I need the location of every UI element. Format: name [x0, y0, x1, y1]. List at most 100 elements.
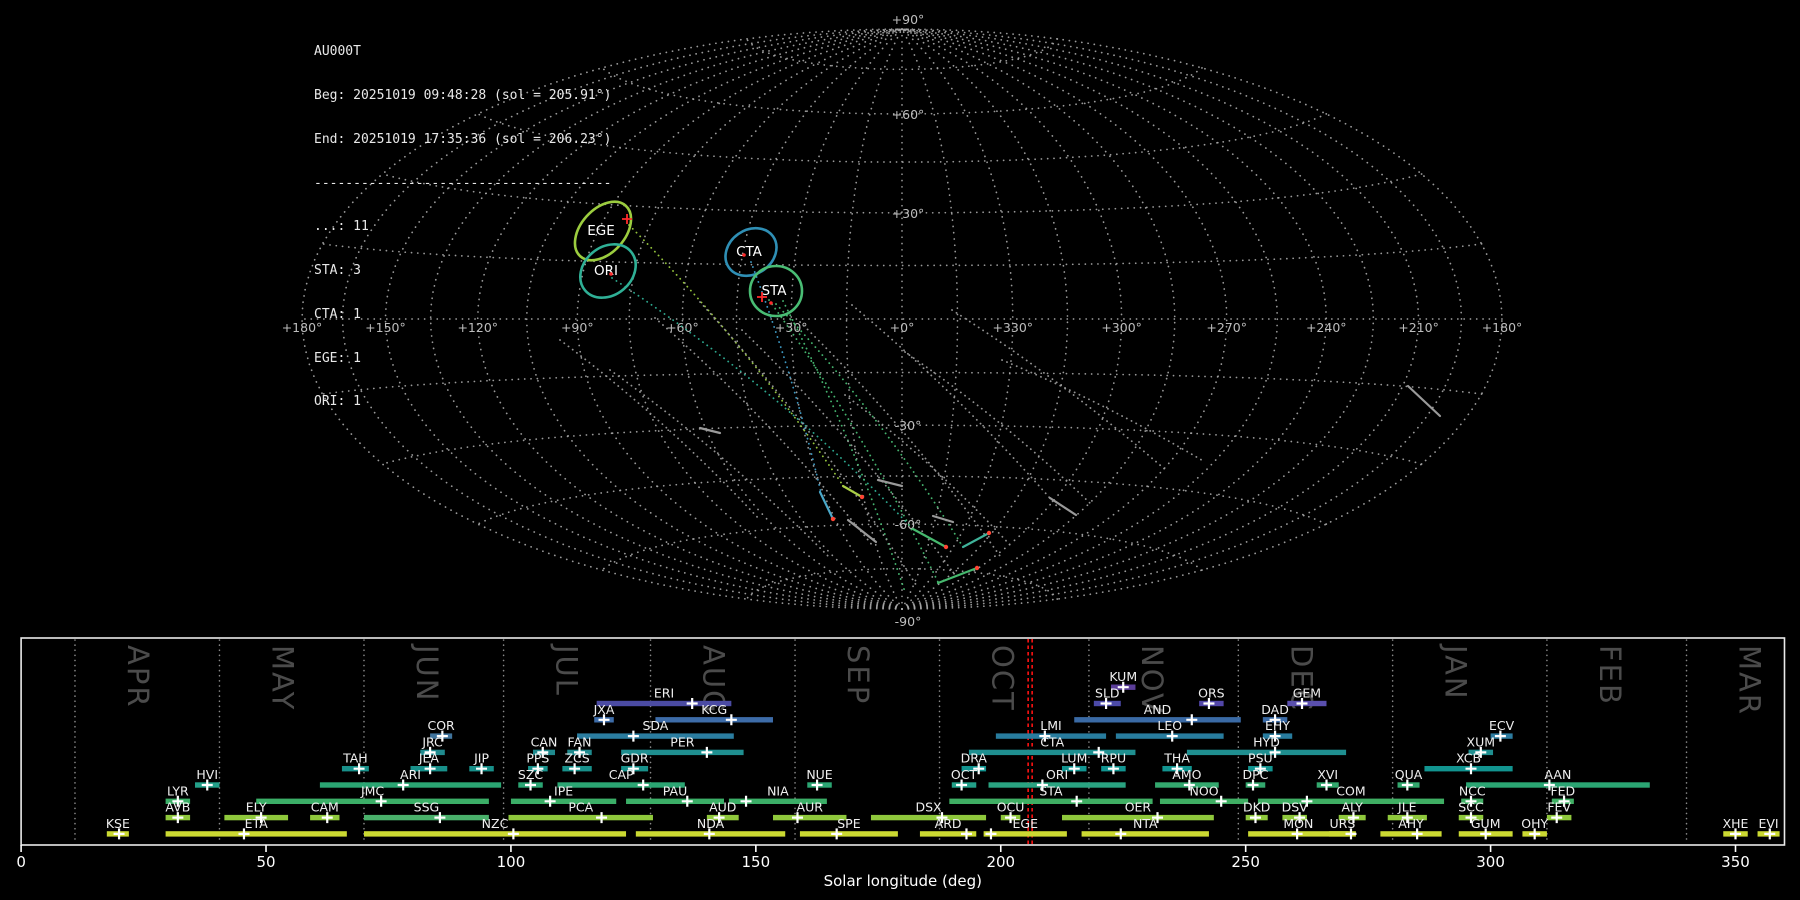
shower-code-leo: LEO [1157, 718, 1182, 733]
shower-code-ege: EGE [1013, 816, 1039, 831]
meteor-trail [905, 352, 1092, 505]
shower-bar-ipe [511, 799, 616, 804]
shower-code-ipe: IPE [554, 783, 573, 798]
shower-code-jea: JEA [418, 751, 440, 766]
axis-tick-label: 100 [497, 853, 526, 871]
meridian-line [902, 29, 1175, 609]
shower-code-mon: MON [1283, 816, 1313, 831]
month-label: JUL [550, 643, 584, 697]
shower-code-cap: CAP [609, 767, 634, 782]
latitude-label: +90° [892, 12, 925, 27]
shower-bar-eta [166, 831, 347, 836]
month-label: OCT [986, 645, 1020, 712]
meteor-end-dot [987, 531, 991, 535]
equator-longitude-label: +240° [1306, 320, 1347, 335]
meteor-trail [629, 225, 844, 487]
shower-code-fev: FEV [1547, 800, 1571, 815]
equator-longitude-label: +210° [1398, 320, 1439, 335]
meridian-line [737, 29, 903, 609]
shower-bar-dsx [871, 815, 986, 820]
shower-code-sda: SDA [642, 718, 668, 733]
radiant-position-dot [742, 253, 746, 257]
shower-bar-sda [577, 733, 734, 738]
shower-code-sta: STA [1039, 783, 1063, 798]
meteor-trail [610, 370, 828, 556]
meteor-segment [878, 480, 902, 486]
month-label: SEP [841, 645, 875, 705]
meteor-segment [933, 516, 953, 522]
shower-code-kse: KSE [106, 816, 130, 831]
shower-code-eri: ERI [654, 686, 674, 701]
axis-tick-label: 150 [742, 853, 771, 871]
shower-code-dsx: DSX [915, 800, 942, 815]
shower-code-nda: NDA [697, 816, 725, 831]
radiant-label-cta: CTA [736, 244, 763, 260]
shower-code-ely: ELY [246, 800, 267, 815]
meteor-trail [1002, 360, 1205, 462]
equator-longitude-label: +300° [1101, 320, 1142, 335]
count-row-cta: CTA: 1 [314, 308, 611, 323]
shower-code-oct: OCT [951, 767, 978, 782]
equator-longitude-label: +30° [775, 320, 808, 335]
month-label: FEB [1593, 645, 1627, 706]
station-id: AU000T [314, 45, 611, 60]
peak-marker-eri [687, 698, 698, 709]
equator-longitude-label: +180° [1482, 320, 1523, 335]
peak-marker-and [1186, 714, 1197, 725]
count-row-total: ...: 11 [314, 220, 611, 235]
meteor-trail [845, 395, 1010, 545]
shower-code-qua: QUA [1395, 767, 1423, 782]
shower-code-and: AND [1144, 702, 1172, 717]
latitude-label: +60° [892, 107, 925, 122]
shower-code-eta: ETA [245, 816, 269, 831]
shower-bar-sta [949, 799, 1152, 804]
axis-title: Solar longitude (deg) [824, 872, 982, 890]
shower-code-amo: AMO [1172, 767, 1201, 782]
shower-code-gem: GEM [1293, 686, 1321, 701]
shower-code-evi: EVI [1758, 816, 1778, 831]
meteor-end-dot [860, 495, 864, 499]
shower-code-ori: ORI [1046, 767, 1068, 782]
shower-code-nta: NTA [1133, 816, 1158, 831]
end-time: End: 20251019 17:35:36 (sol = 206.23°) [314, 133, 611, 148]
shower-code-dsv: DSV [1282, 800, 1309, 815]
meteor-segment [1408, 386, 1440, 416]
shower-code-dkd: DKD [1243, 800, 1270, 815]
peak-marker-nzc [508, 828, 519, 839]
shower-code-ssg: SSG [414, 800, 440, 815]
meteor-segment [913, 529, 946, 547]
shower-code-ecv: ECV [1489, 718, 1515, 733]
shower-code-ahy: AHY [1398, 816, 1424, 831]
month-label: JAN [1439, 643, 1473, 701]
axis-tick-label: 250 [1231, 853, 1260, 871]
activity-timeline: APRMAYJUNJULAUGSEPOCTNOVDECJANFEBMARKUME… [16, 638, 1784, 890]
shower-bar-pca [508, 815, 652, 820]
meteor-trail [769, 300, 938, 582]
meteor-segment [820, 492, 833, 519]
shower-code-pca: PCA [568, 800, 593, 815]
shower-bar-nzc [364, 831, 626, 836]
shower-bar-noo [1160, 799, 1248, 804]
shower-bar-ssg [364, 815, 489, 820]
separator-line: -------------------------------------- [314, 177, 611, 192]
shower-code-ors: ORS [1198, 686, 1225, 701]
peak-marker-nta [1115, 828, 1126, 839]
meteor-segment [963, 533, 989, 547]
shower-code-cam: CAM [311, 800, 339, 815]
shower-code-com: COM [1336, 783, 1365, 798]
equator-longitude-label: +330° [992, 320, 1033, 335]
shower-code-xvi: XVI [1317, 767, 1338, 782]
shower-code-pau: PAU [663, 783, 687, 798]
count-row-ori: ORI: 1 [314, 395, 611, 410]
shower-bar-ahy [1380, 831, 1441, 836]
radiant-position-dot [769, 301, 773, 305]
peak-marker-sta [1071, 796, 1082, 807]
latitude-label: +30° [892, 206, 925, 221]
latitude-label: -90° [895, 614, 922, 629]
axis-tick-label: 350 [1721, 853, 1750, 871]
peak-marker-nia [741, 796, 752, 807]
begin-time: Beg: 20251019 09:48:28 (sol = 205.91°) [314, 89, 611, 104]
shower-bar-jmc [256, 799, 489, 804]
month-label: MAR [1733, 645, 1767, 716]
shower-code-xcb: XCB [1456, 751, 1481, 766]
